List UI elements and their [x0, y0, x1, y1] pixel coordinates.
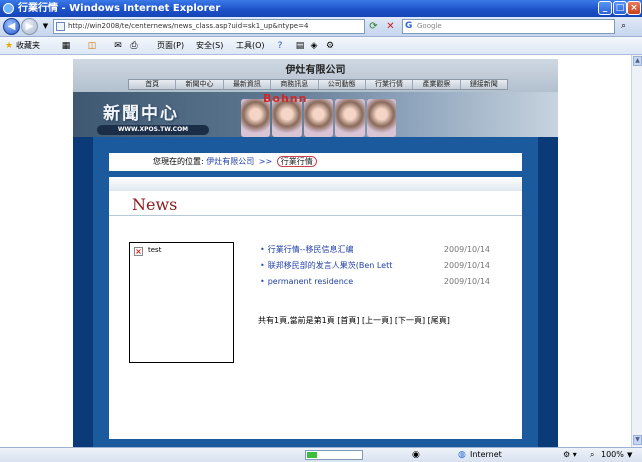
news-date: 2009/10/14 [443, 245, 490, 254]
banner-photo [335, 99, 365, 137]
safety-menu[interactable]: 安全(S) [196, 40, 223, 52]
page-menu[interactable]: 页面(P) [157, 40, 184, 52]
minimize-button[interactable]: _ [598, 1, 612, 15]
breadcrumb-separator: >> [258, 157, 273, 166]
page-viewport: 伊灶有限公司 首頁 新聞中心 最新資訊 商務訊息 公司動態 行業行情 產業觀察 … [0, 55, 631, 447]
help-icon[interactable]: ? [274, 40, 286, 52]
mail-icon[interactable]: ✉ [112, 40, 124, 52]
menu-item-latest[interactable]: 最新資訊 [224, 80, 272, 89]
ie-icon [3, 3, 14, 14]
news-date: 2009/10/14 [443, 277, 490, 286]
close-button[interactable]: × [627, 1, 641, 15]
zoom-level[interactable]: 100% [601, 448, 624, 462]
logo-url: WWW.XPOS.TW.COM [97, 125, 209, 135]
banner-text: Bohnn [263, 92, 308, 105]
forward-button[interactable]: ▶ [21, 18, 38, 35]
maximize-button[interactable]: □ [613, 1, 627, 15]
image-alt-text: test [148, 246, 162, 254]
breadcrumb-home-link[interactable]: 伊灶有限公司 [206, 157, 254, 166]
window-titlebar: 行業行情 - Windows Internet Explorer _ □ × [0, 0, 642, 17]
scroll-down-icon[interactable]: ▼ [633, 435, 642, 445]
favorites-star-icon[interactable]: ★ [3, 40, 15, 52]
news-link[interactable]: 联邦移民部的发言人果茨(Ben Lett [268, 261, 393, 270]
breadcrumb-prefix: 您現在的位置: [153, 157, 204, 166]
news-link[interactable]: 行業行情--移民信息汇编 [268, 245, 354, 254]
menu-item-business[interactable]: 商務訊息 [271, 80, 319, 89]
feeds-icon[interactable]: ◫ [86, 40, 98, 52]
menu-item-company[interactable]: 公司動態 [319, 80, 366, 89]
google-icon: G [405, 21, 413, 31]
vertical-scrollbar[interactable]: ▲ ▼ [631, 55, 642, 447]
favorites-label[interactable]: 收藏夹 [16, 40, 40, 52]
progress-bar [305, 450, 363, 460]
settings-gear-icon[interactable]: ⚙ [324, 40, 336, 52]
research-icon[interactable]: ▤ [294, 40, 306, 52]
scroll-up-icon[interactable]: ▲ [633, 56, 642, 66]
page-icon [56, 22, 65, 31]
menu-item-observation[interactable]: 產業觀察 [413, 80, 461, 89]
back-button[interactable]: ◀ [3, 18, 20, 35]
search-icon[interactable]: ⌕ [617, 20, 630, 33]
menu-item-news-center[interactable]: 新聞中心 [176, 80, 224, 89]
command-bar: ★ 收藏夹 ▦ ◫ ✉ ⎙ 页面(P) 安全(S) 工具(O) ? ▤ ◈ ⚙ [0, 37, 642, 55]
logo-title: 新聞中心 [103, 104, 179, 124]
banner-photo [303, 99, 334, 137]
refresh-icon[interactable]: ⟳ [367, 20, 380, 33]
address-input[interactable]: http://win2008/te/centernews/news_class.… [53, 19, 365, 34]
site-menu: 首頁 新聞中心 最新資訊 商務訊息 公司動態 行業行情 產業觀察 鏈接新聞 [128, 79, 508, 90]
news-item: • 联邦移民部的发言人果茨(Ben Lett 2009/10/14 [260, 260, 490, 272]
menu-item-links[interactable]: 鏈接新聞 [461, 80, 507, 89]
globe-icon: ◍ [458, 450, 466, 460]
main-area: 您現在的位置: 伊灶有限公司 >> 行業行情 News × test • 行業行情… [93, 137, 538, 447]
status-bar: ◉ ◍ Internet ⚙ ▾ ⌕ 100% ▼ [0, 447, 642, 462]
favorites-center-icon[interactable]: ▦ [60, 40, 72, 52]
site-container: 伊灶有限公司 首頁 新聞中心 最新資訊 商務訊息 公司動態 行業行情 產業觀察 … [73, 59, 558, 447]
news-link[interactable]: permanent residence [268, 277, 353, 286]
company-name: 伊灶有限公司 [285, 65, 346, 76]
print-icon[interactable]: ⎙ [128, 40, 140, 52]
progress-fill [307, 452, 317, 458]
messenger-icon[interactable]: ◈ [308, 40, 320, 52]
zoom-icon: ⌕ [590, 450, 595, 459]
banner-photo [366, 99, 397, 137]
tools-menu[interactable]: 工具(O) [236, 40, 265, 52]
protected-mode-icon[interactable]: ⚙ ▾ [563, 448, 577, 462]
bullet-icon: • [260, 277, 265, 286]
bullet-icon: • [260, 245, 265, 254]
menu-item-industry[interactable]: 行業行情 [366, 80, 414, 89]
window-title: 行業行情 - Windows Internet Explorer [18, 3, 221, 14]
broken-image-icon: × [134, 247, 143, 256]
security-icon: ◉ [412, 450, 420, 460]
search-placeholder: Google [417, 22, 442, 30]
news-image: × test [129, 242, 234, 363]
site-header: 伊灶有限公司 首頁 新聞中心 最新資訊 商務訊息 公司動態 行業行情 產業觀察 … [73, 59, 558, 137]
news-item: • permanent residence 2009/10/14 [260, 276, 490, 288]
divider [109, 215, 522, 216]
bullet-icon: • [260, 261, 265, 270]
breadcrumb-current: 行業行情 [276, 156, 317, 167]
search-input[interactable]: G Google [402, 19, 615, 34]
section-title: News [132, 195, 178, 214]
stop-icon[interactable]: ✕ [384, 20, 397, 33]
menu-item-home[interactable]: 首頁 [129, 80, 177, 89]
content-band [109, 177, 522, 191]
address-url: http://win2008/te/centernews/news_class.… [68, 22, 309, 30]
pagination[interactable]: 共有1頁,當前是第1頁 [首頁] [上一頁] [下一頁] [尾頁] [258, 315, 450, 326]
zone-label: Internet [470, 450, 502, 459]
news-item: • 行業行情--移民信息汇编 2009/10/14 [260, 244, 490, 256]
address-toolbar: ◀ ▶ ▼ http://win2008/te/centernews/news_… [0, 17, 642, 37]
breadcrumb: 您現在的位置: 伊灶有限公司 >> 行業行情 [109, 153, 522, 171]
history-dropdown-icon[interactable]: ▼ [39, 20, 52, 33]
content-panel: News × test • 行業行情--移民信息汇编 2009/10/14 • 联邦… [109, 177, 522, 439]
zoom-dropdown-icon[interactable]: ▼ [627, 448, 632, 462]
news-date: 2009/10/14 [443, 261, 490, 270]
